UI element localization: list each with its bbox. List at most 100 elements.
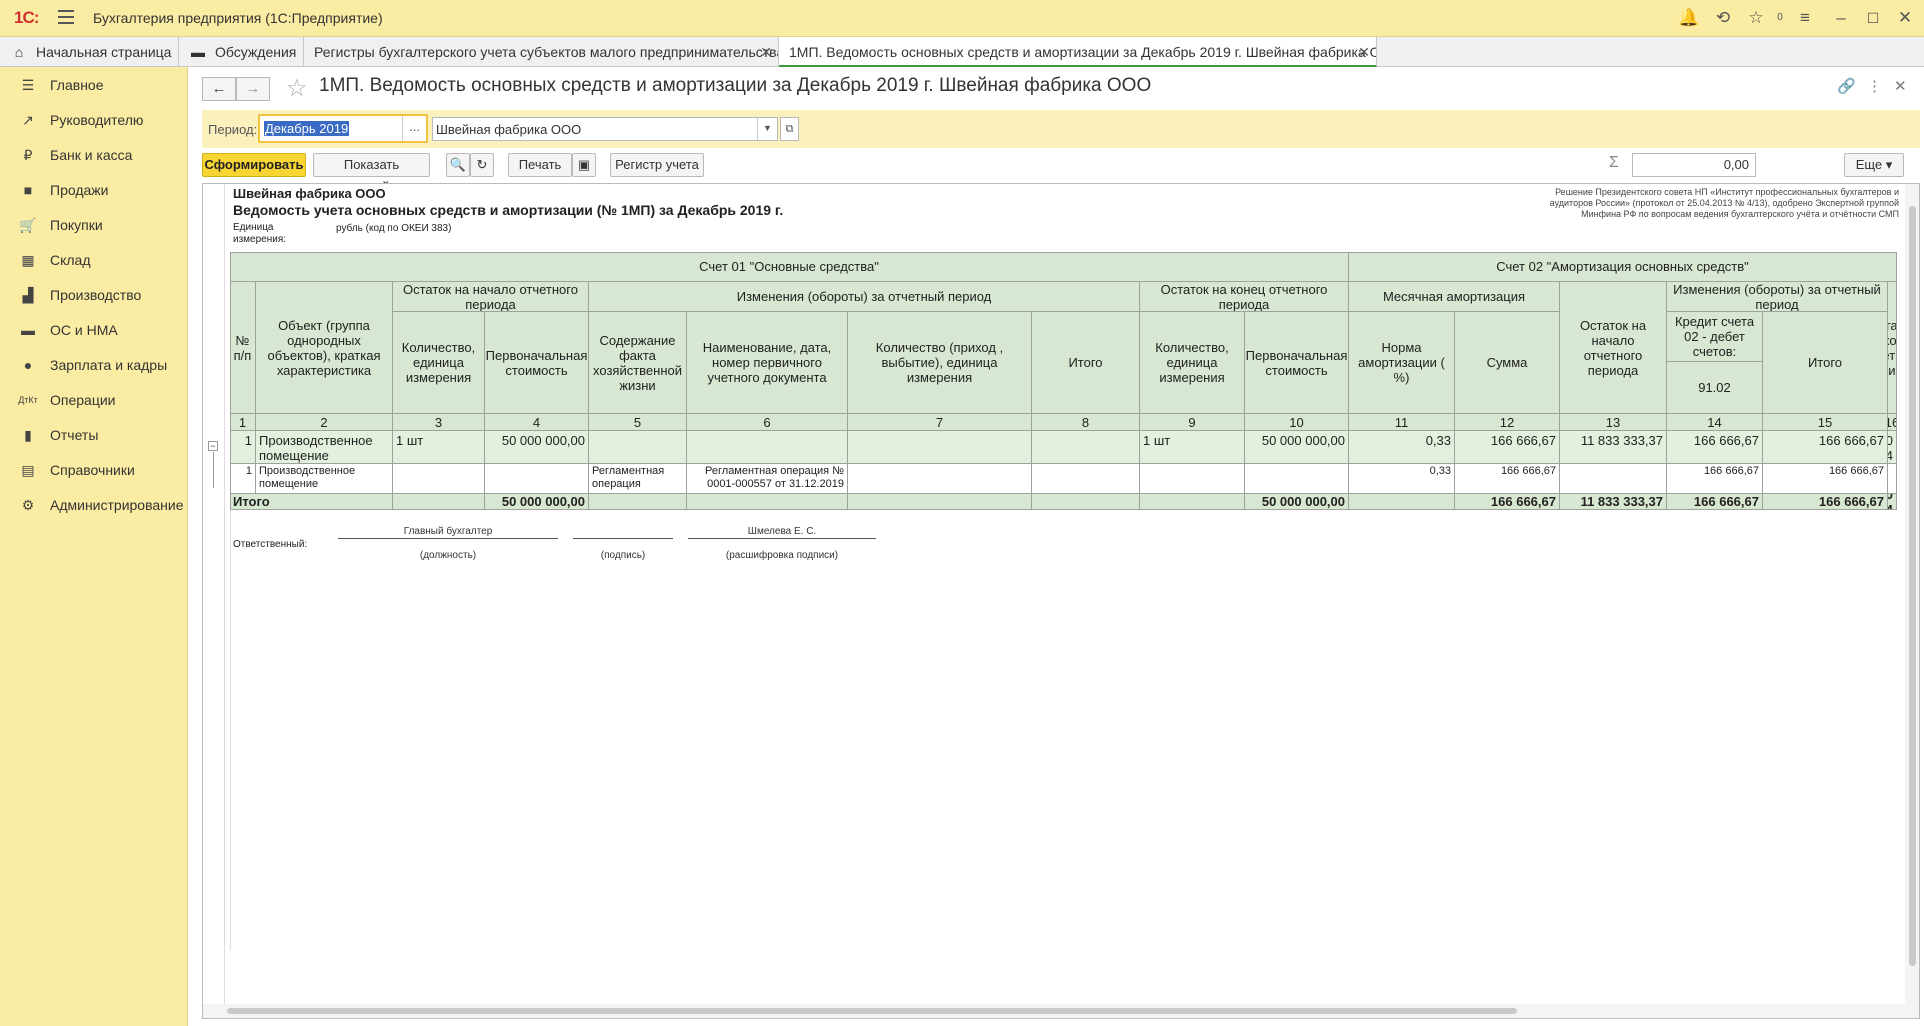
link-icon[interactable]: 🔗 xyxy=(1837,77,1856,95)
column-number: 2 xyxy=(256,414,393,431)
open-icon[interactable]: ⧉ xyxy=(780,117,799,141)
star-icon[interactable]: ☆ xyxy=(1743,6,1769,30)
sidebar: ☰ Главное ↗ Руководителю ₽ Банк и касса ■ Пр… xyxy=(0,67,188,1026)
close-tab-icon[interactable]: ✕ xyxy=(1358,37,1370,65)
main-menu-icon[interactable] xyxy=(58,10,74,24)
header-account-02: Счет 02 "Амортизация основных средств" xyxy=(1349,252,1897,282)
bar-chart-icon: ▮ xyxy=(24,427,32,443)
scroll-thumb[interactable] xyxy=(227,1008,1517,1014)
sidebar-item-label: Склад xyxy=(50,252,91,268)
sheet-line xyxy=(230,510,231,950)
sidebar-item-purchases[interactable]: 🛒 Покупки xyxy=(0,210,188,240)
chevron-down-icon[interactable]: ▼ xyxy=(757,118,777,140)
tab-registers[interactable]: Регистры бухгалтерского учета субъектов … xyxy=(304,37,779,67)
group-line xyxy=(213,452,214,488)
more-icon[interactable]: ≡ xyxy=(1792,6,1818,30)
search-next-icon[interactable]: ↻ xyxy=(470,153,494,177)
organization-value: Швейная фабрика ООО xyxy=(436,122,582,137)
sidebar-item-reports[interactable]: ▮ Отчеты xyxy=(0,420,188,450)
favorite-star-icon[interactable]: ☆ xyxy=(286,74,308,103)
sidebar-item-production[interactable]: ▟ Производство xyxy=(0,280,188,310)
sum-field[interactable]: 0,00 xyxy=(1632,153,1756,177)
group-row-cell xyxy=(848,431,1032,464)
scroll-thumb[interactable] xyxy=(1909,206,1916,966)
close-form-icon[interactable]: ✕ xyxy=(1894,77,1907,95)
total-row-cell xyxy=(848,494,1032,510)
sidebar-item-bank[interactable]: ₽ Банк и касса xyxy=(0,140,188,170)
more-button[interactable]: Еще ▾ xyxy=(1844,153,1904,177)
sidebar-item-main[interactable]: ☰ Главное xyxy=(0,70,188,100)
forward-button[interactable]: → xyxy=(236,77,270,101)
period-input[interactable]: Декабрь 2019 xyxy=(264,120,398,138)
column-number: 5 xyxy=(589,414,687,431)
column-number: 7 xyxy=(848,414,1032,431)
header-sum: Сумма xyxy=(1455,312,1560,414)
generate-button[interactable]: Сформировать xyxy=(202,153,306,177)
search-icon[interactable]: 🔍 xyxy=(446,153,470,177)
header-dep-changes: Изменения (обороты) за отчетный период xyxy=(1667,282,1888,312)
collapse-group-icon[interactable]: − xyxy=(208,441,218,451)
history-icon[interactable]: ⟲ xyxy=(1710,6,1736,30)
report-title: Ведомость учета основных средств и аморт… xyxy=(233,202,784,218)
tab-discussions[interactable]: ▬ Обсуждения xyxy=(179,37,304,67)
sidebar-item-assets[interactable]: ▬ ОС и НМА xyxy=(0,315,188,345)
detail-row-cell: 166 666,67 xyxy=(1763,464,1888,494)
back-button[interactable]: ← xyxy=(202,77,236,101)
sidebar-item-label: Справочники xyxy=(50,462,135,478)
close-tab-icon[interactable]: ✕ xyxy=(760,37,772,67)
register-button[interactable]: Регистр учета ▾ xyxy=(610,153,704,194)
maximize-icon[interactable]: ☐ xyxy=(1860,6,1886,30)
bell-icon[interactable]: 🔔 xyxy=(1676,6,1702,30)
total-row-cell xyxy=(687,494,848,510)
sidebar-item-director[interactable]: ↗ Руководителю xyxy=(0,105,188,135)
header-rate: Норма амортизации ( %) xyxy=(1349,312,1455,414)
close-icon[interactable]: ✕ xyxy=(1892,6,1918,30)
header-acc9102: 91.02 xyxy=(1667,362,1763,414)
detail-row-cell xyxy=(1032,464,1140,494)
period-field[interactable]: Декабрь 2019 ... xyxy=(258,114,428,143)
header-fact: Содержание факта хозяйственной жизни xyxy=(589,312,687,414)
group-row-cell: 166 666,67 xyxy=(1455,431,1560,464)
header-monthly-dep: Месячная амортизация xyxy=(1349,282,1560,312)
sidebar-item-admin[interactable]: ⚙ Администрирование xyxy=(0,490,188,520)
sidebar-item-catalogs[interactable]: ▤ Справочники xyxy=(0,455,188,485)
report-sheet[interactable]: − Швейная фабрика ООО Ведомость учета ос… xyxy=(202,183,1920,1019)
sidebar-item-label: Продажи xyxy=(50,182,109,198)
total-row-cell: 12 000 000,04 xyxy=(1888,494,1897,510)
sidebar-item-label: Главное xyxy=(50,77,104,93)
show-settings-button[interactable]: Показать настройки xyxy=(313,153,430,194)
preview-icon[interactable]: ▣ xyxy=(572,153,596,177)
organization-field[interactable]: Швейная фабрика ООО ▼ xyxy=(432,117,778,141)
vertical-scrollbar[interactable] xyxy=(1905,184,1919,1004)
sidebar-item-warehouse[interactable]: ▦ Склад xyxy=(0,245,188,275)
period-select-button[interactable]: ... xyxy=(402,116,426,141)
group-row-cell: 166 666,67 xyxy=(1763,431,1888,464)
person-icon: ● xyxy=(23,357,33,373)
horizontal-scrollbar[interactable] xyxy=(203,1004,1919,1018)
header-dep-close: Остаток на конец отчетного периода xyxy=(1888,282,1897,414)
books-icon: ▤ xyxy=(21,462,35,478)
tab-home[interactable]: ⌂ Начальная страница xyxy=(0,37,179,67)
sidebar-item-salary[interactable]: ● Зарплата и кадры xyxy=(0,350,188,380)
cart-icon: 🛒 xyxy=(19,217,37,233)
header-cost: Первоначальная стоимость xyxy=(1245,312,1349,414)
more-vertical-icon[interactable]: ⋮ xyxy=(1867,77,1882,95)
group-row-cell: 1 шт xyxy=(1140,431,1245,464)
form-title: 1МП. Ведомость основных средств и аморти… xyxy=(319,75,1152,96)
factory-icon: ▟ xyxy=(22,287,34,303)
column-number: 15 xyxy=(1763,414,1888,431)
title-bar: 1С: Бухгалтерия предприятия (1С:Предприя… xyxy=(0,0,1924,37)
minimize-icon[interactable]: – xyxy=(1828,6,1854,30)
detail-row-cell: 0,33 xyxy=(1349,464,1455,494)
print-button[interactable]: Печать xyxy=(508,153,572,177)
header-qty-inout: Количество (приход , выбытие), единица и… xyxy=(848,312,1032,414)
detail-row-cell xyxy=(848,464,1032,494)
sidebar-item-operations[interactable]: ДтКт Операции xyxy=(0,385,188,415)
sidebar-item-sales[interactable]: ■ Продажи xyxy=(0,175,188,205)
counter-badge: 0 xyxy=(1777,12,1783,23)
total-row-cell: 50 000 000,00 xyxy=(1245,494,1349,510)
tab-report[interactable]: 1МП. Ведомость основных средств и аморти… xyxy=(779,37,1377,67)
bag-icon: ■ xyxy=(23,182,33,198)
tab-label: Обсуждения xyxy=(215,44,297,60)
header-changes: Изменения (обороты) за отчетный период xyxy=(589,282,1140,312)
